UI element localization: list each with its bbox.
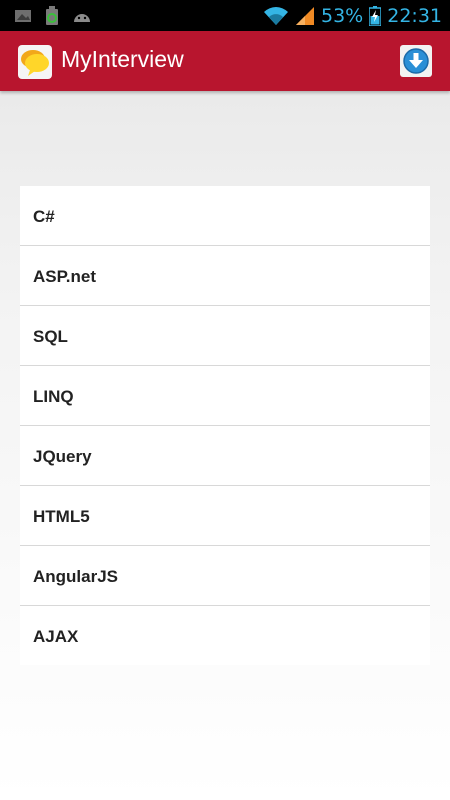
system-status: 53% 22:31	[263, 3, 442, 29]
speech-bubble-icon[interactable]	[18, 45, 52, 79]
list-item[interactable]: LINQ	[20, 366, 430, 426]
app-bar: MyInterview	[0, 31, 450, 91]
clock: 22:31	[387, 5, 442, 27]
list-item-label: ASP.net	[33, 267, 96, 286]
battery-percent: 53%	[321, 5, 364, 27]
android-icon	[74, 14, 90, 22]
list-item[interactable]: AngularJS	[20, 546, 430, 606]
image-notification-icon	[15, 10, 31, 22]
list-item[interactable]: AJAX	[20, 606, 430, 665]
app-title: MyInterview	[61, 46, 184, 72]
list-item[interactable]: HTML5	[20, 486, 430, 546]
list-item-label: AngularJS	[33, 567, 119, 586]
wifi-icon	[264, 7, 288, 25]
list-item-label: C#	[33, 207, 55, 226]
list-item[interactable]: C#	[20, 186, 430, 246]
list-item[interactable]: JQuery	[20, 426, 430, 486]
list-item-label: AJAX	[33, 627, 79, 646]
list-item-label: HTML5	[33, 507, 90, 526]
list-item-label: LINQ	[33, 387, 74, 406]
battery-charging-notification-icon	[46, 6, 58, 25]
list-item[interactable]: ASP.net	[20, 246, 430, 306]
download-icon[interactable]	[400, 45, 432, 77]
signal-icon	[296, 7, 314, 25]
status-bar: 53% 22:31	[0, 0, 450, 31]
notification-icons	[14, 6, 92, 26]
battery-icon	[369, 6, 382, 26]
topic-list: C# ASP.net SQL LINQ JQuery HTML5 Angular…	[20, 186, 430, 665]
list-item[interactable]: SQL	[20, 306, 430, 366]
list-item-label: JQuery	[33, 447, 92, 466]
list-item-label: SQL	[33, 327, 68, 346]
